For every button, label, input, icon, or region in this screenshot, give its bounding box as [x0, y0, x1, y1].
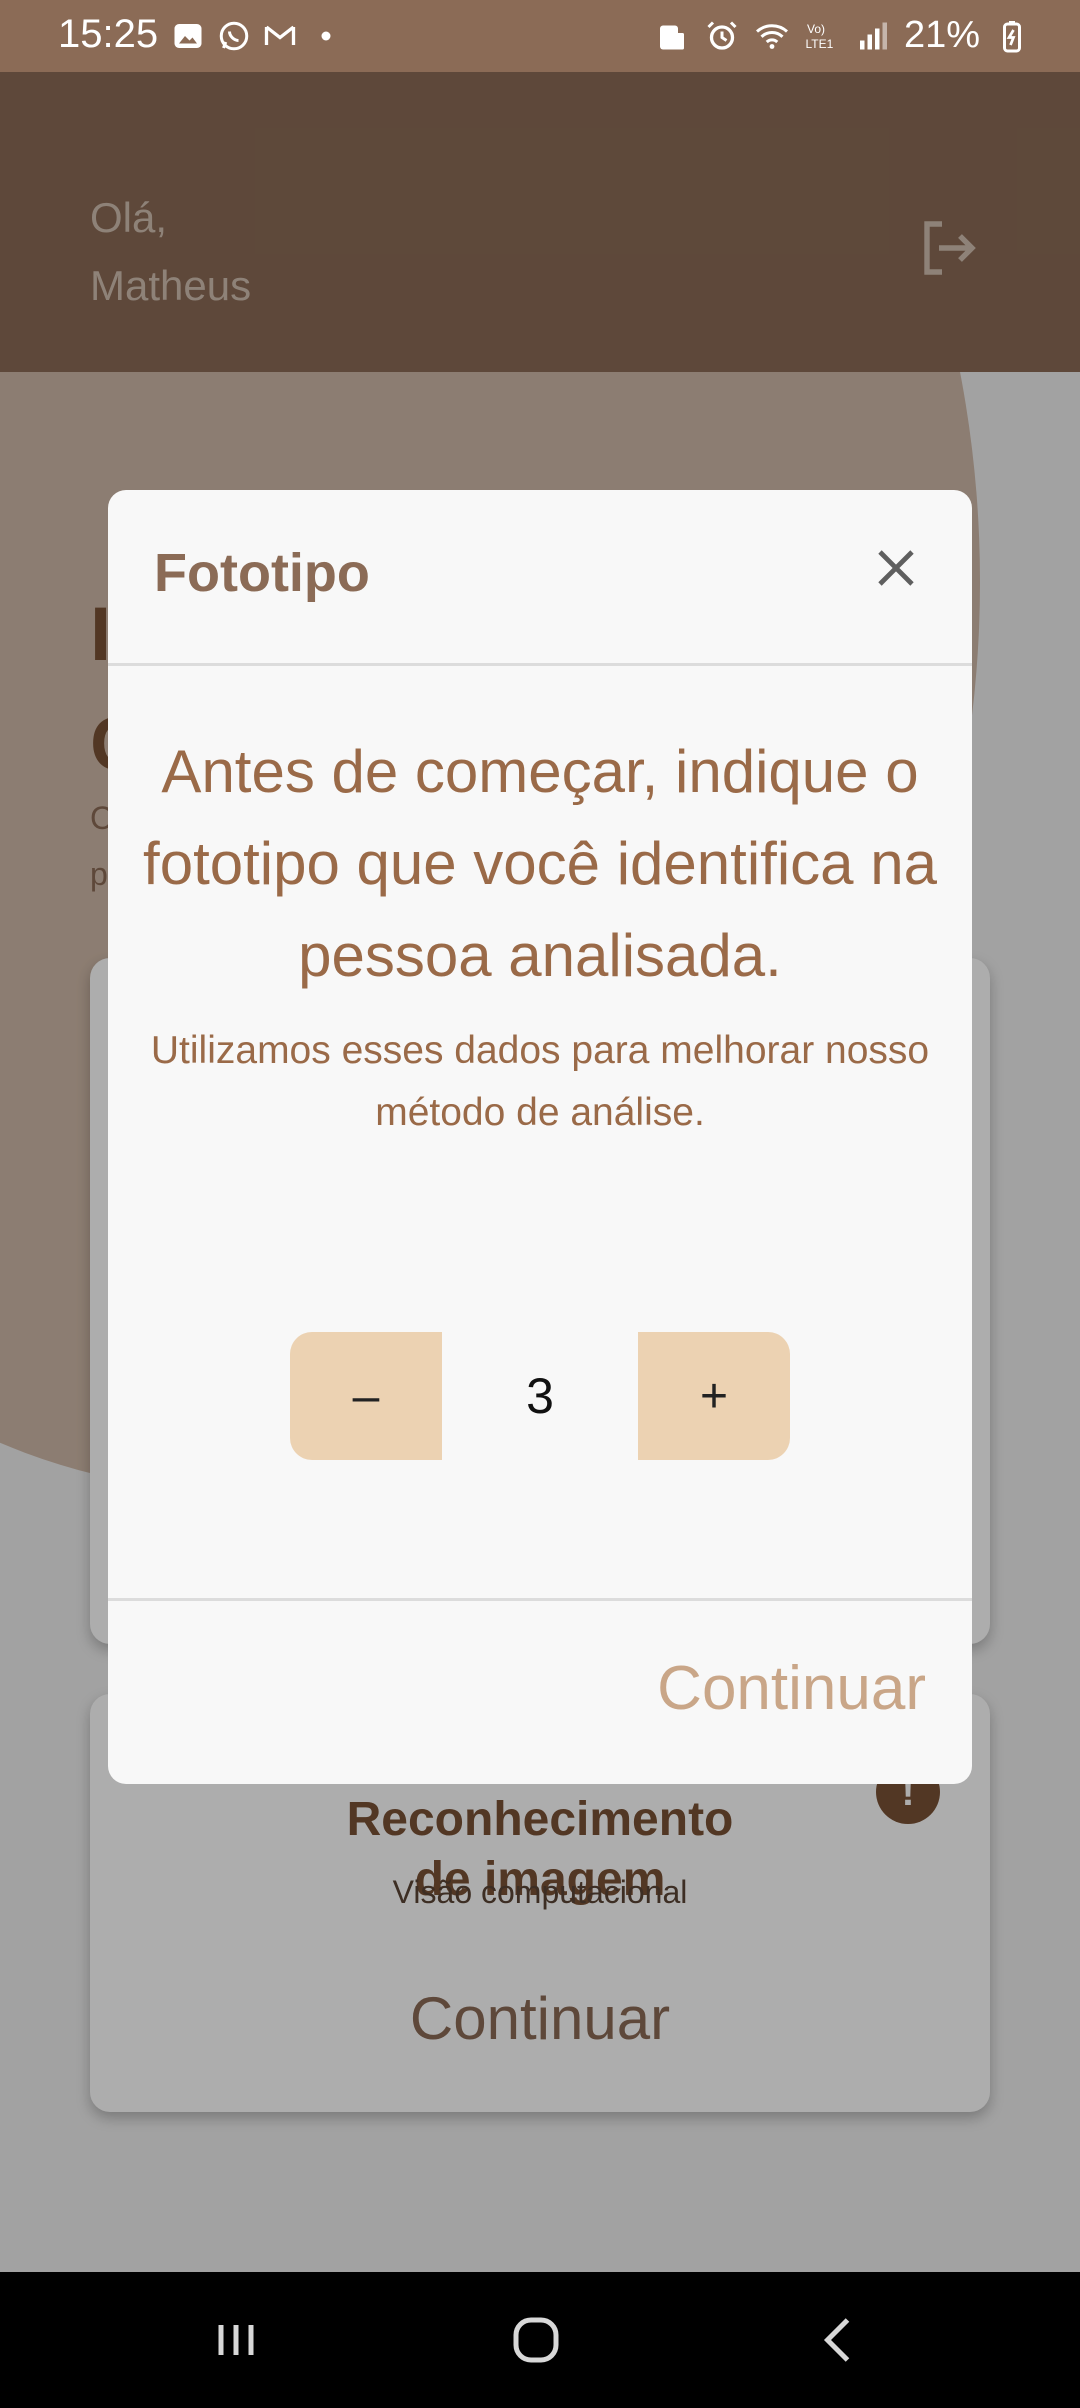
work-profile-icon [659, 25, 684, 49]
whatsapp-notification-icon [219, 21, 249, 51]
screen: 15:25 Vo) LTE1 21% Olá, Matheus I C p ! … [0, 0, 1080, 2408]
svg-text:Vo): Vo) [807, 22, 825, 36]
decrement-button[interactable]: – [290, 1332, 442, 1460]
dialog-footer: Continuar [108, 1598, 972, 1784]
wifi-icon [755, 23, 788, 49]
fototipo-dialog: Fototipo Antes de começar, indique o fot… [108, 490, 972, 1784]
close-icon [878, 550, 914, 586]
recent-apps-button[interactable] [196, 2300, 276, 2380]
gmail-notification-icon [264, 25, 296, 45]
svg-text:LTE1: LTE1 [805, 37, 833, 51]
stepper-value: 3 [526, 1368, 554, 1424]
notification-icons [170, 18, 344, 54]
home-icon [513, 2317, 559, 2363]
dialog-title: Fototipo [154, 543, 370, 603]
status-time: 15:25 [58, 12, 159, 56]
recent-apps-icon [218, 2325, 254, 2355]
dialog-description: Utilizamos esses dados para melhorar nos… [150, 1029, 930, 1134]
dialog-heading: Antes de começar, indique o fototipo que… [143, 738, 937, 989]
continue-button[interactable]: Continuar [657, 1653, 926, 1724]
signal-icon [859, 22, 887, 49]
close-button[interactable] [860, 532, 932, 604]
increment-button[interactable]: + [638, 1332, 790, 1460]
back-icon [823, 2318, 850, 2362]
dialog-header: Fototipo [108, 490, 972, 666]
plus-icon: + [699, 1369, 729, 1423]
status-bar: 15:25 Vo) LTE1 21% [0, 0, 1080, 72]
back-button[interactable] [800, 2300, 880, 2380]
battery-charging-icon [1003, 20, 1021, 52]
more-notifications-dot-icon [321, 31, 331, 41]
system-icons: Vo) LTE1 21% [654, 14, 1030, 57]
alarm-icon [707, 20, 737, 50]
minus-icon: – [352, 1369, 380, 1423]
volte-icon: Vo)LTE1 [805, 22, 833, 51]
home-button[interactable] [496, 2300, 576, 2380]
battery-percent: 21% [903, 14, 980, 56]
gallery-notification-icon [174, 24, 202, 48]
system-navigation-bar [0, 2272, 1080, 2408]
fototipo-stepper: – 3 + [290, 1332, 790, 1460]
